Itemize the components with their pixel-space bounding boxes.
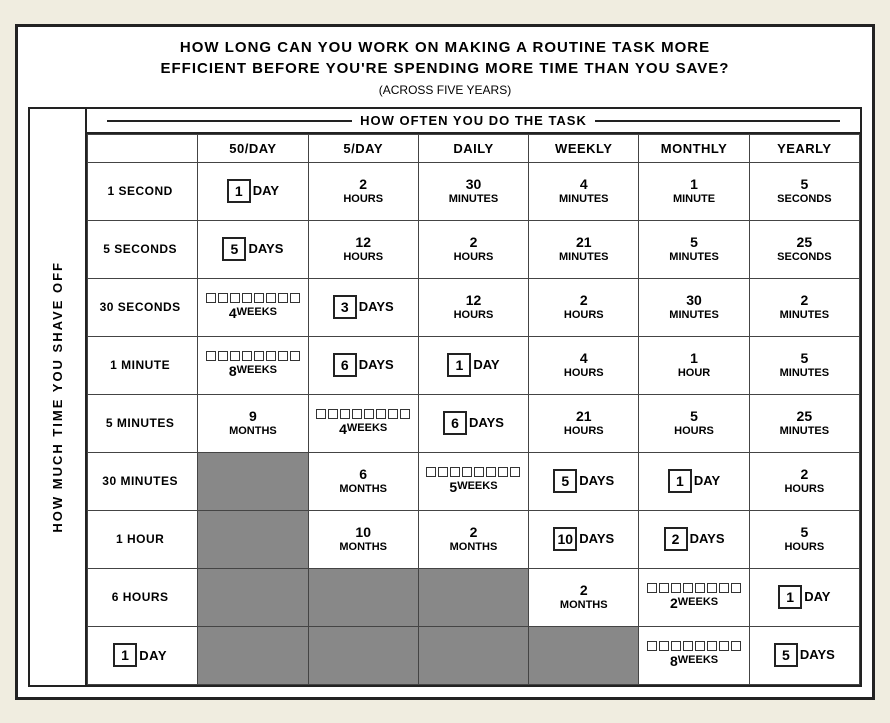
cell-r5-c0	[198, 452, 308, 510]
cell-r7-c1	[308, 568, 418, 626]
col-header-0: 50/DAY	[198, 134, 308, 162]
cell-r5-c5: 2HOURS	[749, 452, 859, 510]
cell-r0-c4: 1MINUTE	[639, 162, 749, 220]
cell-r8-c5: 5DAYS	[749, 626, 859, 684]
table-row: 30 SECONDS4 WEEKS3DAYS12HOURS2HOURS30MIN…	[88, 278, 860, 336]
row-label-4: 5 MINUTES	[88, 394, 198, 452]
cell-r7-c4: 2 WEEKS	[639, 568, 749, 626]
cell-r1-c0: 5DAYS	[198, 220, 308, 278]
cell-r4-c1: 4 WEEKS	[308, 394, 418, 452]
col-header-2: DAILY	[418, 134, 528, 162]
cell-r0-c5: 5SECONDS	[749, 162, 859, 220]
cell-r6-c1: 10MONTHS	[308, 510, 418, 568]
table-row: 1 MINUTE8 WEEKS6DAYS1DAY4HOURS1HOUR5MINU…	[88, 336, 860, 394]
main-grid: HOW OFTEN YOU DO THE TASK 50/DAY 5/DAY D…	[85, 109, 860, 685]
cell-r2-c4: 30MINUTES	[639, 278, 749, 336]
cell-r5-c4: 1DAY	[639, 452, 749, 510]
row-label-0: 1 SECOND	[88, 162, 198, 220]
cell-r8-c4: 8 WEEKS	[639, 626, 749, 684]
cell-r7-c3: 2MONTHS	[529, 568, 639, 626]
title-line1: HOW LONG CAN YOU WORK ON MAKING A ROUTIN…	[28, 37, 862, 79]
table-row: 1 SECOND1DAY2HOURS30MINUTES4MINUTES1MINU…	[88, 162, 860, 220]
table-row: 1 HOUR 10MONTHS2MONTHS10DAYS2DAYS5HOURS	[88, 510, 860, 568]
cell-r1-c2: 2HOURS	[418, 220, 528, 278]
cell-r3-c2: 1DAY	[418, 336, 528, 394]
cell-r5-c1: 6MONTHS	[308, 452, 418, 510]
chart-container: HOW MUCH TIME YOU SHAVE OFF HOW OFTEN YO…	[28, 107, 862, 687]
cell-r6-c2: 2MONTHS	[418, 510, 528, 568]
cell-r0-c2: 30MINUTES	[418, 162, 528, 220]
cell-r6-c5: 5HOURS	[749, 510, 859, 568]
cell-r0-c1: 2HOURS	[308, 162, 418, 220]
cell-r5-c2: 5 WEEKS	[418, 452, 528, 510]
table-row: 5 MINUTES9MONTHS4 WEEKS6DAYS21HOURS5HOUR…	[88, 394, 860, 452]
cell-r4-c5: 25MINUTES	[749, 394, 859, 452]
cell-r8-c1	[308, 626, 418, 684]
cell-r5-c3: 5DAYS	[529, 452, 639, 510]
cell-r2-c1: 3DAYS	[308, 278, 418, 336]
cell-r4-c3: 21HOURS	[529, 394, 639, 452]
cell-r3-c1: 6DAYS	[308, 336, 418, 394]
cell-r1-c5: 25SECONDS	[749, 220, 859, 278]
table-row: 30 MINUTES 6MONTHS5 WEEKS5DAYS1DAY2HOURS	[88, 452, 860, 510]
table-row: 1 DAY 8 WEEKS5DAYS	[88, 626, 860, 684]
cell-r8-c2	[418, 626, 528, 684]
cell-r0-c3: 4MINUTES	[529, 162, 639, 220]
cell-r8-c3	[529, 626, 639, 684]
cell-r2-c5: 2MINUTES	[749, 278, 859, 336]
corner-cell	[88, 134, 198, 162]
col-header-5: YEARLY	[749, 134, 859, 162]
cell-r2-c2: 12HOURS	[418, 278, 528, 336]
column-headers: 50/DAY 5/DAY DAILY WEEKLY MONTHLY YEARLY	[88, 134, 860, 162]
row-label-1: 5 SECONDS	[88, 220, 198, 278]
left-axis-label: HOW MUCH TIME YOU SHAVE OFF	[30, 109, 85, 685]
cell-r3-c5: 5MINUTES	[749, 336, 859, 394]
cell-r0-c0: 1DAY	[198, 162, 308, 220]
cell-r6-c3: 10DAYS	[529, 510, 639, 568]
cell-r2-c3: 2HOURS	[529, 278, 639, 336]
comic-panel: HOW LONG CAN YOU WORK ON MAKING A ROUTIN…	[15, 24, 875, 700]
cell-r4-c2: 6DAYS	[418, 394, 528, 452]
cell-r7-c0	[198, 568, 308, 626]
row-label-6: 1 HOUR	[88, 510, 198, 568]
row-label-5: 30 MINUTES	[88, 452, 198, 510]
cell-r2-c0: 4 WEEKS	[198, 278, 308, 336]
col-header-1: 5/DAY	[308, 134, 418, 162]
title-subtitle: (ACROSS FIVE YEARS)	[28, 83, 862, 97]
row-label-3: 1 MINUTE	[88, 336, 198, 394]
cell-r4-c0: 9MONTHS	[198, 394, 308, 452]
cell-r6-c4: 2DAYS	[639, 510, 749, 568]
cell-r7-c2	[418, 568, 528, 626]
cell-r7-c5: 1DAY	[749, 568, 859, 626]
table-row: 5 SECONDS5DAYS12HOURS2HOURS21MINUTES5MIN…	[88, 220, 860, 278]
how-often-header: HOW OFTEN YOU DO THE TASK	[87, 109, 860, 134]
cell-r3-c3: 4HOURS	[529, 336, 639, 394]
cell-r6-c0	[198, 510, 308, 568]
cell-r3-c0: 8 WEEKS	[198, 336, 308, 394]
col-header-3: WEEKLY	[529, 134, 639, 162]
table-row: 6 HOURS 2MONTHS2 WEEKS1DAY	[88, 568, 860, 626]
cell-r1-c4: 5MINUTES	[639, 220, 749, 278]
row-label-2: 30 SECONDS	[88, 278, 198, 336]
cell-r4-c4: 5HOURS	[639, 394, 749, 452]
row-label-7: 6 HOURS	[88, 568, 198, 626]
cell-r1-c1: 12HOURS	[308, 220, 418, 278]
row-label-8: 1 DAY	[88, 626, 198, 684]
data-table: 50/DAY 5/DAY DAILY WEEKLY MONTHLY YEARLY…	[87, 134, 860, 685]
col-header-4: MONTHLY	[639, 134, 749, 162]
cell-r8-c0	[198, 626, 308, 684]
cell-r3-c4: 1HOUR	[639, 336, 749, 394]
cell-r1-c3: 21MINUTES	[529, 220, 639, 278]
